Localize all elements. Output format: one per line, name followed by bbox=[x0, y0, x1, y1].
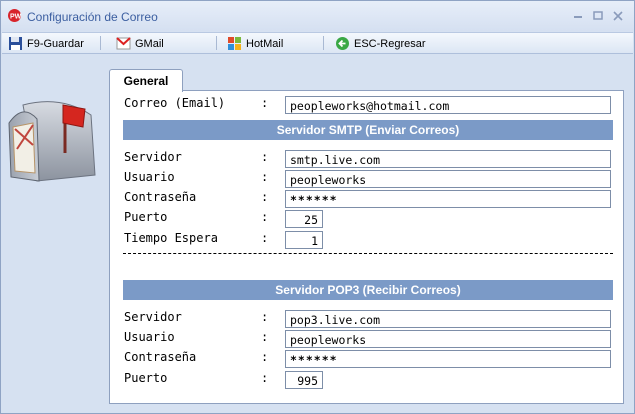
colon-separator: : bbox=[261, 330, 269, 344]
mailbox-icon bbox=[8, 101, 96, 182]
smtp-section-header: Servidor SMTP (Enviar Correos) bbox=[123, 120, 613, 140]
smtp-password-field[interactable]: ****** bbox=[285, 190, 611, 208]
app-icon: PW bbox=[8, 9, 22, 22]
smtp-timeout-label: Tiempo Espera bbox=[124, 231, 218, 245]
colon-separator: : bbox=[261, 231, 269, 245]
email-field[interactable]: peopleworks@hotmail.com bbox=[285, 96, 611, 114]
maximize-icon[interactable] bbox=[591, 10, 605, 22]
title-bar: PW Configuración de Correo bbox=[1, 1, 634, 31]
pop3-server-field[interactable]: pop3.live.com bbox=[285, 310, 611, 328]
toolbar-separator bbox=[100, 36, 101, 50]
pop3-section-header: Servidor POP3 (Recibir Correos) bbox=[123, 280, 613, 300]
colon-separator: : bbox=[261, 96, 269, 110]
toolbar: F9-Guardar GMail HotMail ESC-Regresar bbox=[2, 32, 633, 54]
colon-separator: : bbox=[261, 190, 269, 204]
colon-separator: : bbox=[261, 371, 269, 385]
smtp-user-label: Usuario bbox=[124, 170, 175, 184]
pop3-port-field[interactable]: 995 bbox=[285, 371, 323, 389]
pop3-server-label: Servidor bbox=[124, 310, 182, 324]
back-arrow-icon bbox=[336, 37, 349, 50]
svg-text:PW: PW bbox=[10, 14, 22, 21]
email-config-window: PW Configuración de Correo F9-Guardar GM… bbox=[0, 0, 635, 414]
general-panel: Correo (Email) : peopleworks@hotmail.com… bbox=[109, 90, 624, 404]
smtp-port-label: Puerto bbox=[124, 210, 168, 224]
save-button[interactable]: F9-Guardar bbox=[8, 35, 84, 52]
pop3-password-label: Contraseña bbox=[124, 350, 197, 364]
minimize-icon[interactable] bbox=[571, 10, 585, 22]
toolbar-separator bbox=[216, 36, 217, 50]
gmail-icon bbox=[116, 37, 131, 50]
smtp-timeout-field[interactable]: 1 bbox=[285, 231, 323, 249]
colon-separator: : bbox=[261, 170, 269, 184]
gmail-button[interactable]: GMail bbox=[116, 35, 164, 52]
back-button[interactable]: ESC-Regresar bbox=[335, 35, 426, 52]
tab-general[interactable]: General bbox=[109, 69, 183, 92]
colon-separator: : bbox=[261, 310, 269, 324]
pop3-port-label: Puerto bbox=[124, 371, 168, 385]
smtp-password-label: Contraseña bbox=[124, 190, 197, 204]
smtp-port-field[interactable]: 25 bbox=[285, 210, 323, 228]
pop3-user-field[interactable]: peopleworks bbox=[285, 330, 611, 348]
hotmail-icon bbox=[228, 37, 241, 50]
colon-separator: : bbox=[261, 350, 269, 364]
colon-separator: : bbox=[261, 210, 269, 224]
back-button-label: ESC-Regresar bbox=[354, 37, 426, 50]
smtp-server-field[interactable]: smtp.live.com bbox=[285, 150, 611, 168]
colon-separator: : bbox=[261, 150, 269, 164]
email-label: Correo (Email) bbox=[124, 96, 226, 110]
hotmail-button[interactable]: HotMail bbox=[227, 35, 283, 52]
section-divider bbox=[123, 253, 613, 254]
pop3-user-label: Usuario bbox=[124, 330, 175, 344]
smtp-server-label: Servidor bbox=[124, 150, 182, 164]
floppy-disk-icon bbox=[9, 37, 22, 50]
gmail-button-label: GMail bbox=[135, 37, 164, 50]
window-title: Configuración de Correo bbox=[27, 10, 158, 24]
save-button-label: F9-Guardar bbox=[27, 37, 84, 50]
hotmail-button-label: HotMail bbox=[246, 37, 284, 50]
pop3-password-field[interactable]: ****** bbox=[285, 350, 611, 368]
toolbar-separator bbox=[323, 36, 324, 50]
close-icon[interactable] bbox=[611, 10, 625, 22]
smtp-user-field[interactable]: peopleworks bbox=[285, 170, 611, 188]
